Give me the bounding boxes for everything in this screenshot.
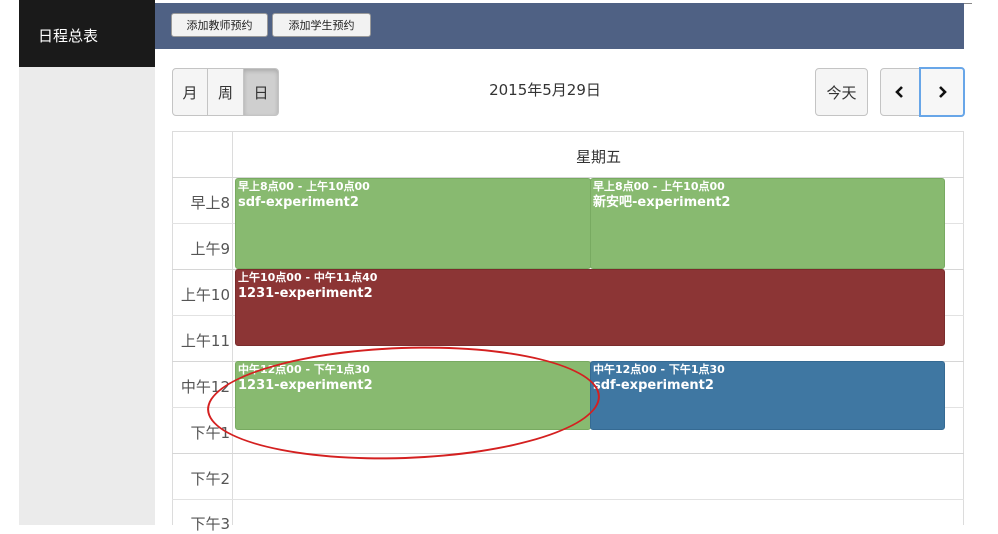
time-label: 下午1 <box>190 424 230 442</box>
time-label: 早上8 <box>190 194 230 212</box>
event-title: sdf-experiment2 <box>593 378 714 393</box>
sidebar-title[interactable]: 日程总表 <box>38 25 98 46</box>
time-label: 下午2 <box>190 470 230 488</box>
day-column-header: 星期五 <box>575 148 621 166</box>
time-label: 上午10 <box>180 286 230 304</box>
event-time: 早上8点00 - 上午10点00 <box>238 180 370 193</box>
calendar-event[interactable]: 上午10点00 - 中午11点40 1231-experiment2 <box>235 269 945 346</box>
time-column-divider <box>232 131 233 525</box>
event-time: 中午12点00 - 下午1点30 <box>593 363 725 376</box>
view-switcher: 月 周 日 <box>172 68 279 116</box>
calendar-event[interactable]: 早上8点00 - 上午10点00 新安吧-experiment2 <box>590 178 945 269</box>
calendar-event[interactable]: 早上8点00 - 上午10点00 sdf-experiment2 <box>235 178 591 269</box>
calendar-event[interactable]: 中午12点00 - 下午1点30 1231-experiment2 <box>235 361 591 430</box>
time-label: 中午12 <box>180 378 230 396</box>
event-title: 1231-experiment2 <box>238 286 373 301</box>
chevron-left-icon <box>895 86 903 98</box>
sidebar: 日程总表 <box>19 0 155 525</box>
month-view-button[interactable]: 月 <box>172 68 208 116</box>
chevron-right-icon <box>939 86 947 98</box>
event-time: 上午10点00 - 中午11点40 <box>238 271 378 284</box>
event-title: 新安吧-experiment2 <box>593 195 731 210</box>
event-time: 中午12点00 - 下午1点30 <box>238 363 370 376</box>
day-view-button[interactable]: 日 <box>243 68 279 116</box>
event-title: 1231-experiment2 <box>238 378 373 393</box>
week-view-button[interactable]: 周 <box>207 68 244 116</box>
top-action-bar: 添加教师预约 添加学生预约 <box>155 3 964 49</box>
grid-line <box>172 499 964 500</box>
time-label: 上午11 <box>180 332 230 350</box>
edge-line <box>964 3 972 4</box>
add-teacher-appointment-button[interactable]: 添加教师预约 <box>171 13 268 37</box>
calendar-date-title: 2015年5月29日 <box>489 81 601 99</box>
calendar-event[interactable]: 中午12点00 - 下午1点30 sdf-experiment2 <box>590 361 945 430</box>
grid-line <box>172 453 964 454</box>
event-time: 早上8点00 - 上午10点00 <box>593 180 725 193</box>
sidebar-header: 日程总表 <box>19 0 155 67</box>
today-button[interactable]: 今天 <box>815 68 868 116</box>
next-button[interactable] <box>919 67 965 117</box>
prev-button[interactable] <box>880 68 920 116</box>
time-label: 上午9 <box>190 240 230 258</box>
time-label: 下午3 <box>190 515 230 533</box>
event-title: sdf-experiment2 <box>238 195 359 210</box>
add-student-appointment-button[interactable]: 添加学生预约 <box>272 13 371 37</box>
